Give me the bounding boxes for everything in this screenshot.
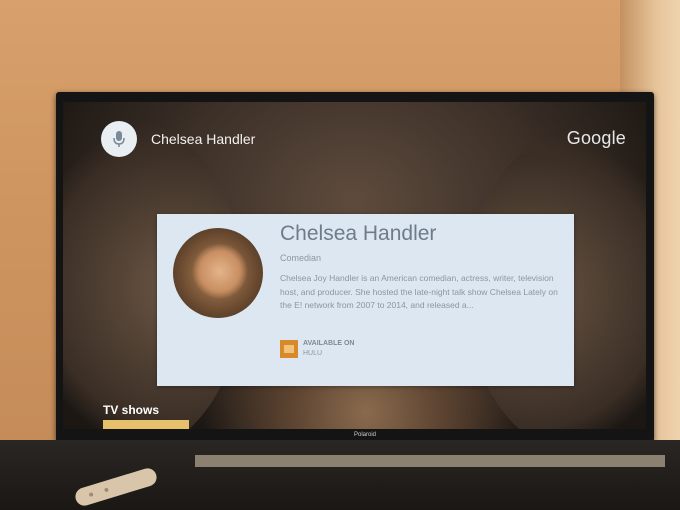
tv-brand-logo: Polaroid	[354, 432, 377, 438]
voice-search-button[interactable]	[101, 121, 137, 157]
tv-shows-heading: TV shows	[103, 403, 160, 417]
card-description: Chelsea Joy Handler is an American comed…	[280, 273, 558, 310]
microphone-icon	[113, 131, 125, 147]
availability-label[interactable]: AVAILABLE ON	[303, 340, 354, 347]
tv-show-thumbnail[interactable]	[103, 420, 189, 429]
availability-service[interactable]: HULU	[303, 350, 322, 357]
tv-bezel: Chelsea Handler Google Chelsea Handler C…	[56, 92, 654, 442]
hulu-logo-icon[interactable]	[280, 340, 298, 358]
google-logo: Google	[566, 128, 626, 148]
remote-button-icon	[103, 487, 109, 493]
knowledge-card[interactable]: Chelsea Handler Comedian Chelsea Joy Han…	[157, 214, 574, 386]
card-title: Chelsea Handler	[280, 222, 437, 245]
portrait-avatar	[173, 228, 263, 318]
voice-query-text: Chelsea Handler	[151, 131, 256, 147]
card-subtitle: Comedian	[280, 253, 322, 263]
tv-screen: Chelsea Handler Google Chelsea Handler C…	[63, 102, 646, 429]
remote-button-icon	[88, 492, 94, 498]
stand-shelf	[195, 455, 665, 467]
